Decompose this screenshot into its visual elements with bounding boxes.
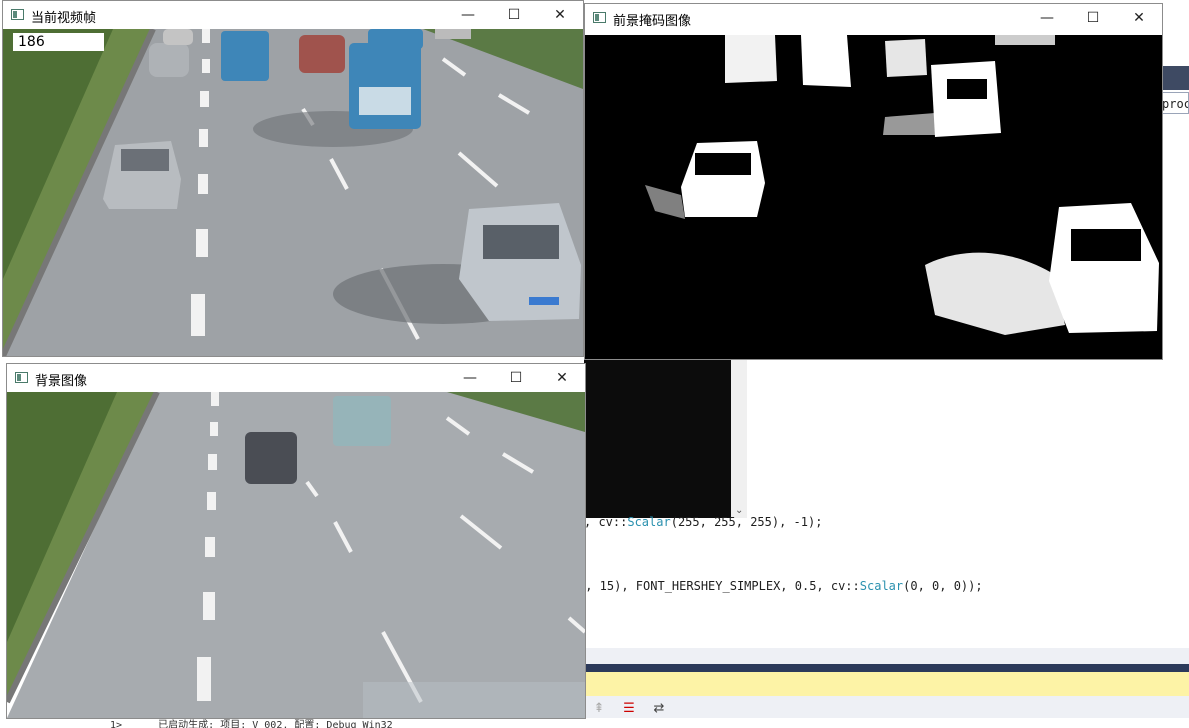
- maximize-button[interactable]: ☐: [1070, 4, 1116, 32]
- window-title: 背景图像: [35, 374, 88, 389]
- video-frame-image: 186: [3, 29, 583, 356]
- window-app-icon: [593, 12, 606, 23]
- window-app-icon: [15, 372, 28, 383]
- code-line[interactable]: 5, 15), FONT_HERSHEY_SIMPLEX, 0.5, cv::S…: [578, 579, 983, 593]
- ide-separator: [584, 648, 1189, 664]
- word-wrap-icon[interactable]: ⇄: [650, 700, 668, 718]
- close-button[interactable]: ✕: [539, 364, 585, 392]
- ide-panel-header: [584, 664, 1189, 672]
- title-bar[interactable]: 当前视频帧 — ☐ ✕: [3, 1, 583, 29]
- close-button[interactable]: ✕: [1116, 4, 1162, 32]
- frame-counter: 186: [13, 33, 104, 51]
- foreground-mask-image: [585, 35, 1162, 359]
- window-title: 当前视频帧: [31, 11, 97, 26]
- window-title: 前景掩码图像: [613, 14, 692, 29]
- ide-info-bar: [584, 672, 1189, 696]
- title-bar[interactable]: 前景掩码图像 — ☐ ✕: [585, 4, 1162, 34]
- title-bar[interactable]: 背景图像 — ☐ ✕: [7, 364, 585, 392]
- output-text: 1> 已启动生成: 项目: V_002, 配置: Debug Win32: [110, 718, 1189, 728]
- foreground-mask-window[interactable]: 前景掩码图像 — ☐ ✕: [584, 3, 1163, 360]
- minimize-button[interactable]: —: [447, 364, 493, 392]
- minimize-button[interactable]: —: [445, 1, 491, 29]
- background-image: [7, 392, 585, 718]
- maximize-button[interactable]: ☐: [493, 364, 539, 392]
- code-line[interactable]: , cv::Scalar(255, 255, 255), -1);: [584, 515, 822, 529]
- close-button[interactable]: ✕: [537, 1, 583, 29]
- clear-all-icon[interactable]: ☰: [620, 700, 638, 718]
- current-frame-window[interactable]: 当前视频帧 — ☐ ✕ 186: [2, 0, 584, 357]
- ide-tab-strip: [1160, 66, 1189, 90]
- goto-icon[interactable]: ⇞: [590, 700, 608, 718]
- console-scrollbar[interactable]: ⌄: [731, 360, 747, 518]
- background-image-window[interactable]: 背景图像 — ☐ ✕: [6, 363, 586, 719]
- console-window: [584, 360, 747, 518]
- window-app-icon: [11, 9, 24, 20]
- maximize-button[interactable]: ☐: [491, 1, 537, 29]
- minimize-button[interactable]: —: [1024, 4, 1070, 32]
